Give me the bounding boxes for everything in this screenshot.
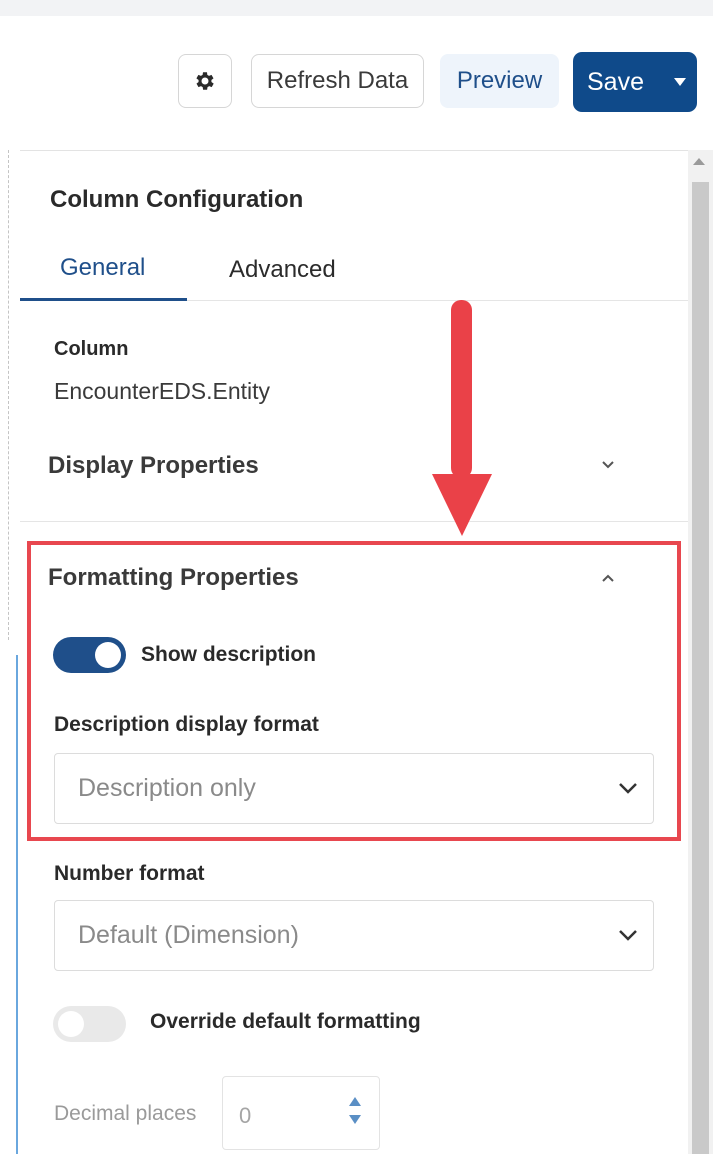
display-properties-header[interactable]: Display Properties <box>48 452 259 480</box>
decimal-places-label: Decimal places <box>54 1102 197 1125</box>
canvas-guide-line <box>8 150 9 640</box>
scroll-thumb[interactable] <box>692 182 709 1154</box>
tab-advanced[interactable]: Advanced <box>229 256 336 284</box>
panel-scrollbar[interactable] <box>688 150 713 1154</box>
column-value: EncounterEDS.Entity <box>54 378 271 404</box>
override-formatting-toggle[interactable] <box>53 1006 126 1042</box>
refresh-data-button[interactable]: Refresh Data <box>251 54 424 108</box>
tab-general[interactable]: General <box>60 254 145 282</box>
annotation-arrow-head <box>432 474 492 536</box>
settings-button[interactable] <box>178 54 232 108</box>
section-divider <box>20 521 688 522</box>
toolbar: Refresh Data Preview Save <box>0 16 713 148</box>
override-formatting-label: Override default formatting <box>150 1010 421 1033</box>
decimal-places-input[interactable]: 0 <box>222 1076 380 1150</box>
toggle-knob <box>58 1011 84 1037</box>
annotation-highlight-box <box>27 541 681 841</box>
canvas-selection-edge <box>16 655 18 1154</box>
save-label: Save <box>587 67 644 96</box>
save-button[interactable]: Save <box>573 52 697 112</box>
annotation-arrow-shaft <box>451 300 472 478</box>
column-label: Column <box>54 338 129 360</box>
number-format-value: Default (Dimension) <box>78 921 299 949</box>
stepper-up-icon[interactable] <box>349 1097 361 1106</box>
scroll-up-icon[interactable] <box>693 158 705 165</box>
preview-button[interactable]: Preview <box>440 54 559 108</box>
number-format-label: Number format <box>54 862 205 885</box>
chevron-down-icon <box>619 930 637 941</box>
gear-icon <box>196 72 214 90</box>
active-tab-indicator <box>20 298 187 301</box>
stepper-down-icon[interactable] <box>349 1115 361 1124</box>
save-dropdown-toggle[interactable] <box>663 77 697 87</box>
decimal-places-value: 0 <box>239 1103 252 1128</box>
chevron-down-icon[interactable] <box>600 458 616 470</box>
caret-down-icon <box>674 78 686 86</box>
top-band <box>0 0 713 16</box>
number-format-select[interactable]: Default (Dimension) <box>54 900 654 971</box>
panel-title: Column Configuration <box>50 186 304 213</box>
